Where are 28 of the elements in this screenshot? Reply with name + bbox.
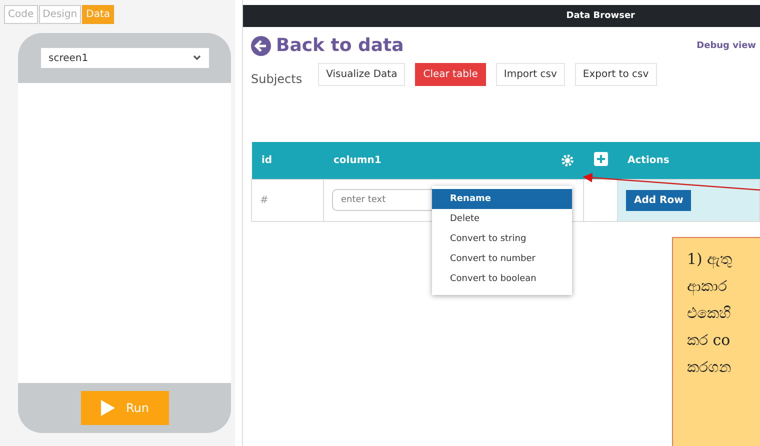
callout-text: එකෙහි — [687, 303, 732, 324]
window-title: Data Browser — [566, 11, 635, 21]
table-cell: # — [260, 194, 268, 206]
play-icon — [100, 399, 116, 417]
column-header: id — [262, 154, 272, 166]
column-header: column1 — [334, 154, 382, 166]
add-column-icon[interactable] — [594, 152, 608, 166]
menu-item[interactable]: Delete — [432, 209, 572, 229]
toolbar-button[interactable]: Import csv — [496, 62, 565, 86]
settings-icon[interactable] — [560, 154, 574, 167]
toolbar-button[interactable]: Export to csv — [574, 62, 657, 86]
callout-text: 1) ඇතු — [687, 249, 734, 270]
callout-text: ආකාර — [687, 276, 728, 298]
menu-item[interactable]: Rename — [432, 189, 572, 209]
clear-button[interactable]: Clear table — [415, 62, 486, 86]
chevron-icon — [192, 55, 200, 61]
menu-item[interactable]: Convert to string — [432, 229, 572, 249]
screen-dropdown[interactable]: screen1 — [40, 48, 208, 68]
debug-view-link[interactable]: Debug view — [696, 40, 756, 50]
table-name: Subjects — [251, 72, 302, 86]
add-row-button[interactable]: Add Row — [626, 190, 692, 210]
menu-item[interactable]: Convert to number — [432, 249, 572, 269]
column-header: Actions — [628, 154, 670, 166]
toolbar-button[interactable]: Visualize Data — [318, 62, 406, 86]
callout-text: කරගන — [687, 357, 732, 378]
menu-item[interactable]: Convert to boolean — [432, 269, 572, 289]
callout-text: කර co — [687, 330, 732, 351]
back-link[interactable]: Back to data — [251, 35, 404, 56]
